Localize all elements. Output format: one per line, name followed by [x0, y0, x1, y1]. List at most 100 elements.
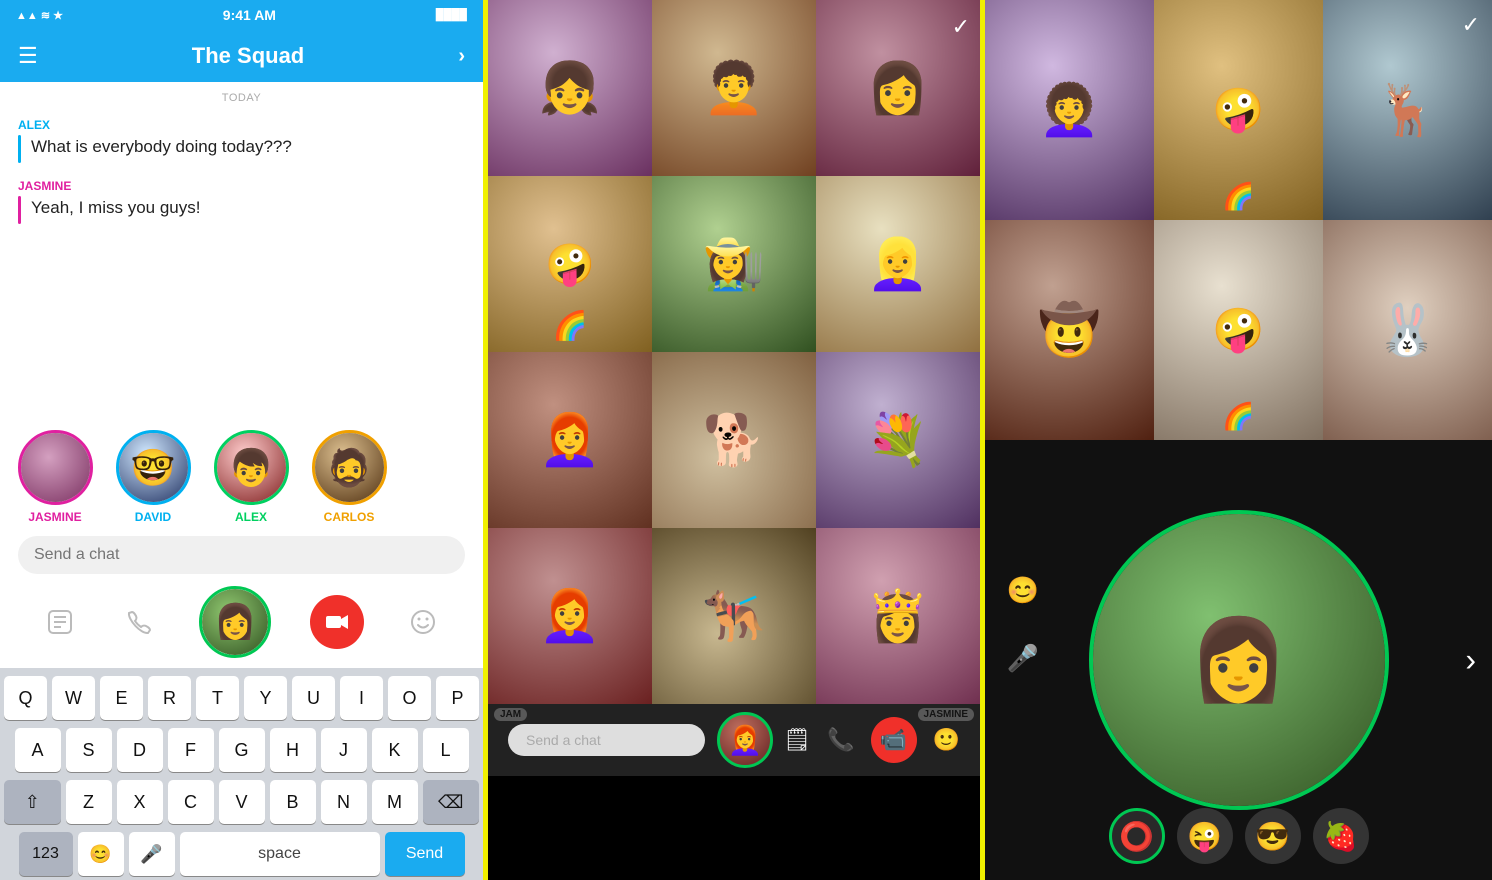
key-numbers[interactable]: 123	[19, 832, 73, 876]
key-z[interactable]: Z	[66, 780, 112, 824]
friend-item-alex[interactable]: 👦 ALEX	[206, 430, 296, 524]
carlos-name: CARLOS	[324, 510, 375, 524]
key-r[interactable]: R	[148, 676, 191, 720]
key-l[interactable]: L	[423, 728, 469, 772]
main-call-face: 👩	[1093, 514, 1385, 806]
key-backspace[interactable]: ⌫	[423, 780, 480, 824]
right-call-circle: 👩	[1089, 510, 1389, 810]
photo-cell-6: 👱‍♀️	[816, 176, 980, 352]
alex-name: ALEX	[235, 510, 267, 524]
nav-bar: ☰ The Squad ›	[0, 30, 483, 82]
key-shift[interactable]: ⇧	[4, 780, 61, 824]
key-m[interactable]: M	[372, 780, 418, 824]
status-bar: ▲▲ ≋ ★ 9:41 AM ████	[0, 0, 483, 30]
key-emoji[interactable]: 😊	[78, 832, 124, 876]
alex-avatar: 👦	[214, 430, 289, 505]
key-o[interactable]: O	[388, 676, 431, 720]
message-author-alex: ALEX	[18, 118, 465, 132]
friend-item-carlos[interactable]: 🧔 CARLOS	[304, 430, 394, 524]
message-text-jasmine: Yeah, I miss you guys!	[31, 196, 200, 220]
right-photo-1: 👩‍🦱	[985, 0, 1154, 220]
mid-video-icon[interactable]: 📹	[871, 717, 917, 763]
key-s[interactable]: S	[66, 728, 112, 772]
chat-date: TODAY	[18, 92, 465, 104]
keyboard-row-4: 123 😊 🎤 space Send	[4, 832, 479, 876]
carlos-avatar: 🧔	[312, 430, 387, 505]
mid-call-avatar: 👩‍🦰	[717, 712, 773, 768]
key-j[interactable]: J	[321, 728, 367, 772]
friend-item-david[interactable]: 🤓 DAVID	[108, 430, 198, 524]
middle-panel: 👧 🧑‍🦱 👩 ✓ 🤪 🌈 👩‍🌾 👱‍♀️	[488, 0, 985, 880]
key-h[interactable]: H	[270, 728, 316, 772]
keyboard-row-1: Q W E R T Y U I O P	[4, 676, 479, 720]
right-checkmark-icon: ✓	[1462, 12, 1480, 38]
key-g[interactable]: G	[219, 728, 265, 772]
action-bar: 👩	[0, 580, 483, 668]
key-d[interactable]: D	[117, 728, 163, 772]
bottom-emoji-row: ⭕ 😜 😎 🍓	[1109, 808, 1369, 864]
key-q[interactable]: Q	[4, 676, 47, 720]
time-display: 9:41 AM	[223, 7, 276, 23]
key-b[interactable]: B	[270, 780, 316, 824]
send-chat-input[interactable]	[18, 536, 465, 574]
right-side-icons: 😊 🎤	[1001, 568, 1045, 680]
checkmark-icon: ✓	[952, 14, 970, 40]
chat-area: TODAY ALEX What is everybody doing today…	[0, 82, 483, 416]
key-y[interactable]: Y	[244, 676, 287, 720]
key-n[interactable]: N	[321, 780, 367, 824]
video-call-button[interactable]	[310, 595, 364, 649]
right-top-grid: 👩‍🦱 🤪 🌈 🦌 ✓ 🤠 🤪 🌈 🐰	[985, 0, 1492, 440]
key-mic[interactable]: 🎤	[129, 832, 175, 876]
right-photo-4: 🤠	[985, 220, 1154, 440]
david-name: DAVID	[135, 510, 171, 524]
key-c[interactable]: C	[168, 780, 214, 824]
david-avatar: 🤓	[116, 430, 191, 505]
mid-send-chat-input[interactable]: Send a chat	[508, 724, 705, 756]
keyboard-row-3: ⇧ Z X C V B N M ⌫	[4, 780, 479, 824]
friend-item-jasmine[interactable]: JASMINE	[10, 430, 100, 524]
key-t[interactable]: T	[196, 676, 239, 720]
photo-grid-middle: 👧 🧑‍🦱 👩 ✓ 🤪 🌈 👩‍🌾 👱‍♀️	[488, 0, 980, 880]
photo-cell-10: 👩‍🦰	[488, 528, 652, 704]
photo-cell-12: 👸	[816, 528, 980, 704]
face-filter-button[interactable]: 😊	[1001, 568, 1045, 612]
photo-cell-5: 👩‍🌾	[652, 176, 816, 352]
center-avatar-icon[interactable]: 👩	[199, 586, 271, 658]
emoji-circle-strawberry[interactable]: 🍓	[1313, 808, 1369, 864]
jasmine-name: JASMINE	[28, 510, 81, 524]
mid-sticker-icon[interactable]: 🗒	[783, 727, 811, 753]
mic-button[interactable]: 🎤	[1001, 636, 1045, 680]
right-photo-5: 🤪 🌈	[1154, 220, 1323, 440]
key-k[interactable]: K	[372, 728, 418, 772]
message-block-jasmine: JASMINE Yeah, I miss you guys!	[18, 179, 465, 224]
key-w[interactable]: W	[52, 676, 95, 720]
chevron-down-icon[interactable]: ›	[1465, 642, 1476, 679]
key-f[interactable]: F	[168, 728, 214, 772]
forward-icon[interactable]: ›	[458, 45, 465, 68]
mid-phone-icon[interactable]: 📞	[827, 727, 854, 753]
photo-cell-7: 👩‍🦰	[488, 352, 652, 528]
key-u[interactable]: U	[292, 676, 335, 720]
key-e[interactable]: E	[100, 676, 143, 720]
message-bar-alex	[18, 135, 21, 163]
key-i[interactable]: I	[340, 676, 383, 720]
mid-emoji-icon[interactable]: 🙂	[933, 727, 960, 753]
key-a[interactable]: A	[15, 728, 61, 772]
key-space[interactable]: space	[180, 832, 380, 876]
hamburger-icon[interactable]: ☰	[18, 43, 38, 69]
jasmine-avatar	[18, 430, 93, 505]
key-v[interactable]: V	[219, 780, 265, 824]
emoji-circle-empty[interactable]: ⭕	[1109, 808, 1165, 864]
sticker-icon[interactable]	[39, 601, 81, 643]
key-send[interactable]: Send	[385, 832, 465, 876]
emoji-circle-cool[interactable]: 😎	[1245, 808, 1301, 864]
bottom-bar-cell: JAM JASMINE Send a chat 👩‍🦰 🗒 📞 📹 🙂	[488, 704, 980, 776]
group-title: The Squad	[192, 43, 304, 69]
emoji-circle-wink[interactable]: 😜	[1177, 808, 1233, 864]
emoji-icon[interactable]	[402, 601, 444, 643]
message-bar-jasmine	[18, 196, 21, 224]
key-x[interactable]: X	[117, 780, 163, 824]
right-photo-3: 🦌 ✓	[1323, 0, 1492, 220]
key-p[interactable]: P	[436, 676, 479, 720]
phone-icon[interactable]	[119, 601, 161, 643]
